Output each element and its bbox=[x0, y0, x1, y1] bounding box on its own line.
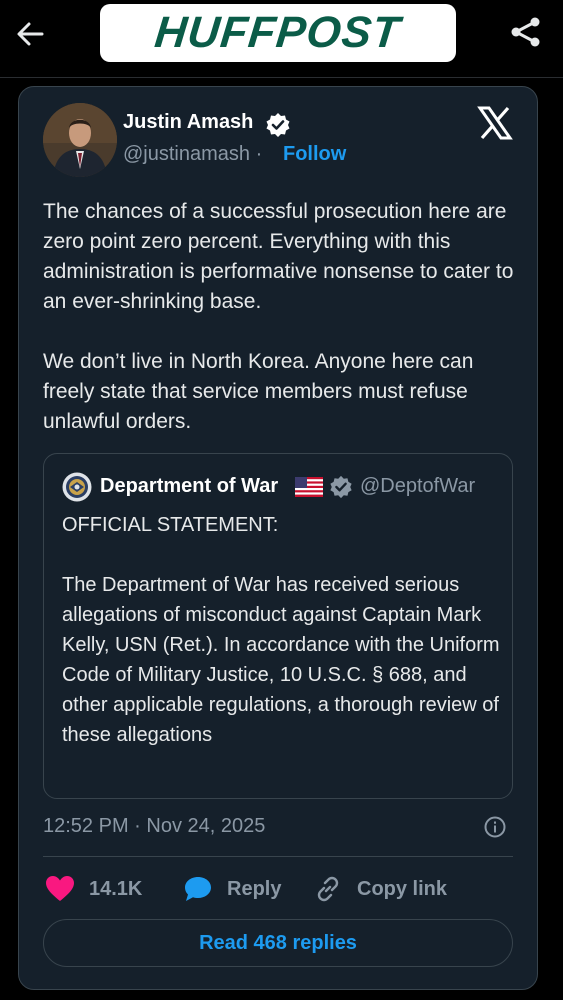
quoted-paragraph: The Department of War has received serio… bbox=[62, 574, 500, 746]
copy-link-button[interactable]: Copy link bbox=[313, 869, 447, 909]
verified-badge-icon bbox=[266, 113, 290, 137]
tweet-timestamp[interactable]: 12:52 PM · Nov 24, 2025 bbox=[43, 815, 265, 838]
x-logo-icon[interactable] bbox=[477, 105, 513, 141]
quoted-paragraph: OFFICIAL STATEMENT: bbox=[62, 514, 279, 536]
top-bar: HUFFPOST bbox=[0, 0, 563, 78]
like-button[interactable]: 14.1K bbox=[45, 869, 142, 909]
like-count: 14.1K bbox=[89, 877, 143, 900]
author-name[interactable]: Justin Amash bbox=[123, 111, 253, 134]
quoted-author-handle: @DeptofWar bbox=[360, 475, 476, 497]
read-replies-button[interactable]: Read 468 replies bbox=[43, 919, 513, 967]
copy-link-label: Copy link bbox=[357, 877, 448, 900]
separator: · bbox=[255, 143, 263, 165]
handle-text: @justinamash bbox=[123, 143, 251, 165]
info-icon[interactable] bbox=[483, 815, 507, 839]
avatar[interactable] bbox=[43, 103, 117, 177]
quoted-author-name: Department of War bbox=[100, 475, 279, 497]
author-handle[interactable]: @justinamash · bbox=[123, 143, 262, 166]
share-icon bbox=[511, 17, 540, 47]
logo-text: HUFFPOST bbox=[152, 8, 404, 57]
tweet-text: The chances of a successful prosecution … bbox=[43, 197, 523, 437]
department-seal-icon bbox=[62, 472, 92, 502]
tweet-paragraph: We don’t live in North Korea. Anyone her… bbox=[43, 350, 474, 433]
arrow-left-icon bbox=[17, 22, 44, 46]
reply-bubble-icon bbox=[185, 877, 211, 901]
huffpost-logo[interactable]: HUFFPOST bbox=[100, 4, 456, 62]
heart-icon bbox=[46, 876, 74, 901]
tweet-card: Justin Amash @justinamash · Follow The c… bbox=[18, 86, 538, 990]
quoted-tweet[interactable]: Department of War @DeptofWar OFFICIAL ST… bbox=[43, 453, 513, 799]
reply-label: Reply bbox=[227, 877, 282, 900]
tweet-paragraph: The chances of a successful prosecution … bbox=[43, 200, 514, 313]
follow-button[interactable]: Follow bbox=[283, 143, 346, 166]
verified-badge-icon bbox=[330, 475, 352, 499]
action-bar: 14.1K Reply Copy link bbox=[43, 869, 513, 909]
quoted-text: OFFICIAL STATEMENT: The Department of Wa… bbox=[62, 510, 502, 750]
divider bbox=[43, 856, 513, 857]
share-button[interactable] bbox=[508, 14, 544, 50]
reply-button[interactable]: Reply bbox=[183, 869, 281, 909]
link-icon bbox=[317, 876, 339, 902]
us-flag-icon bbox=[295, 477, 323, 497]
back-button[interactable] bbox=[12, 16, 48, 52]
